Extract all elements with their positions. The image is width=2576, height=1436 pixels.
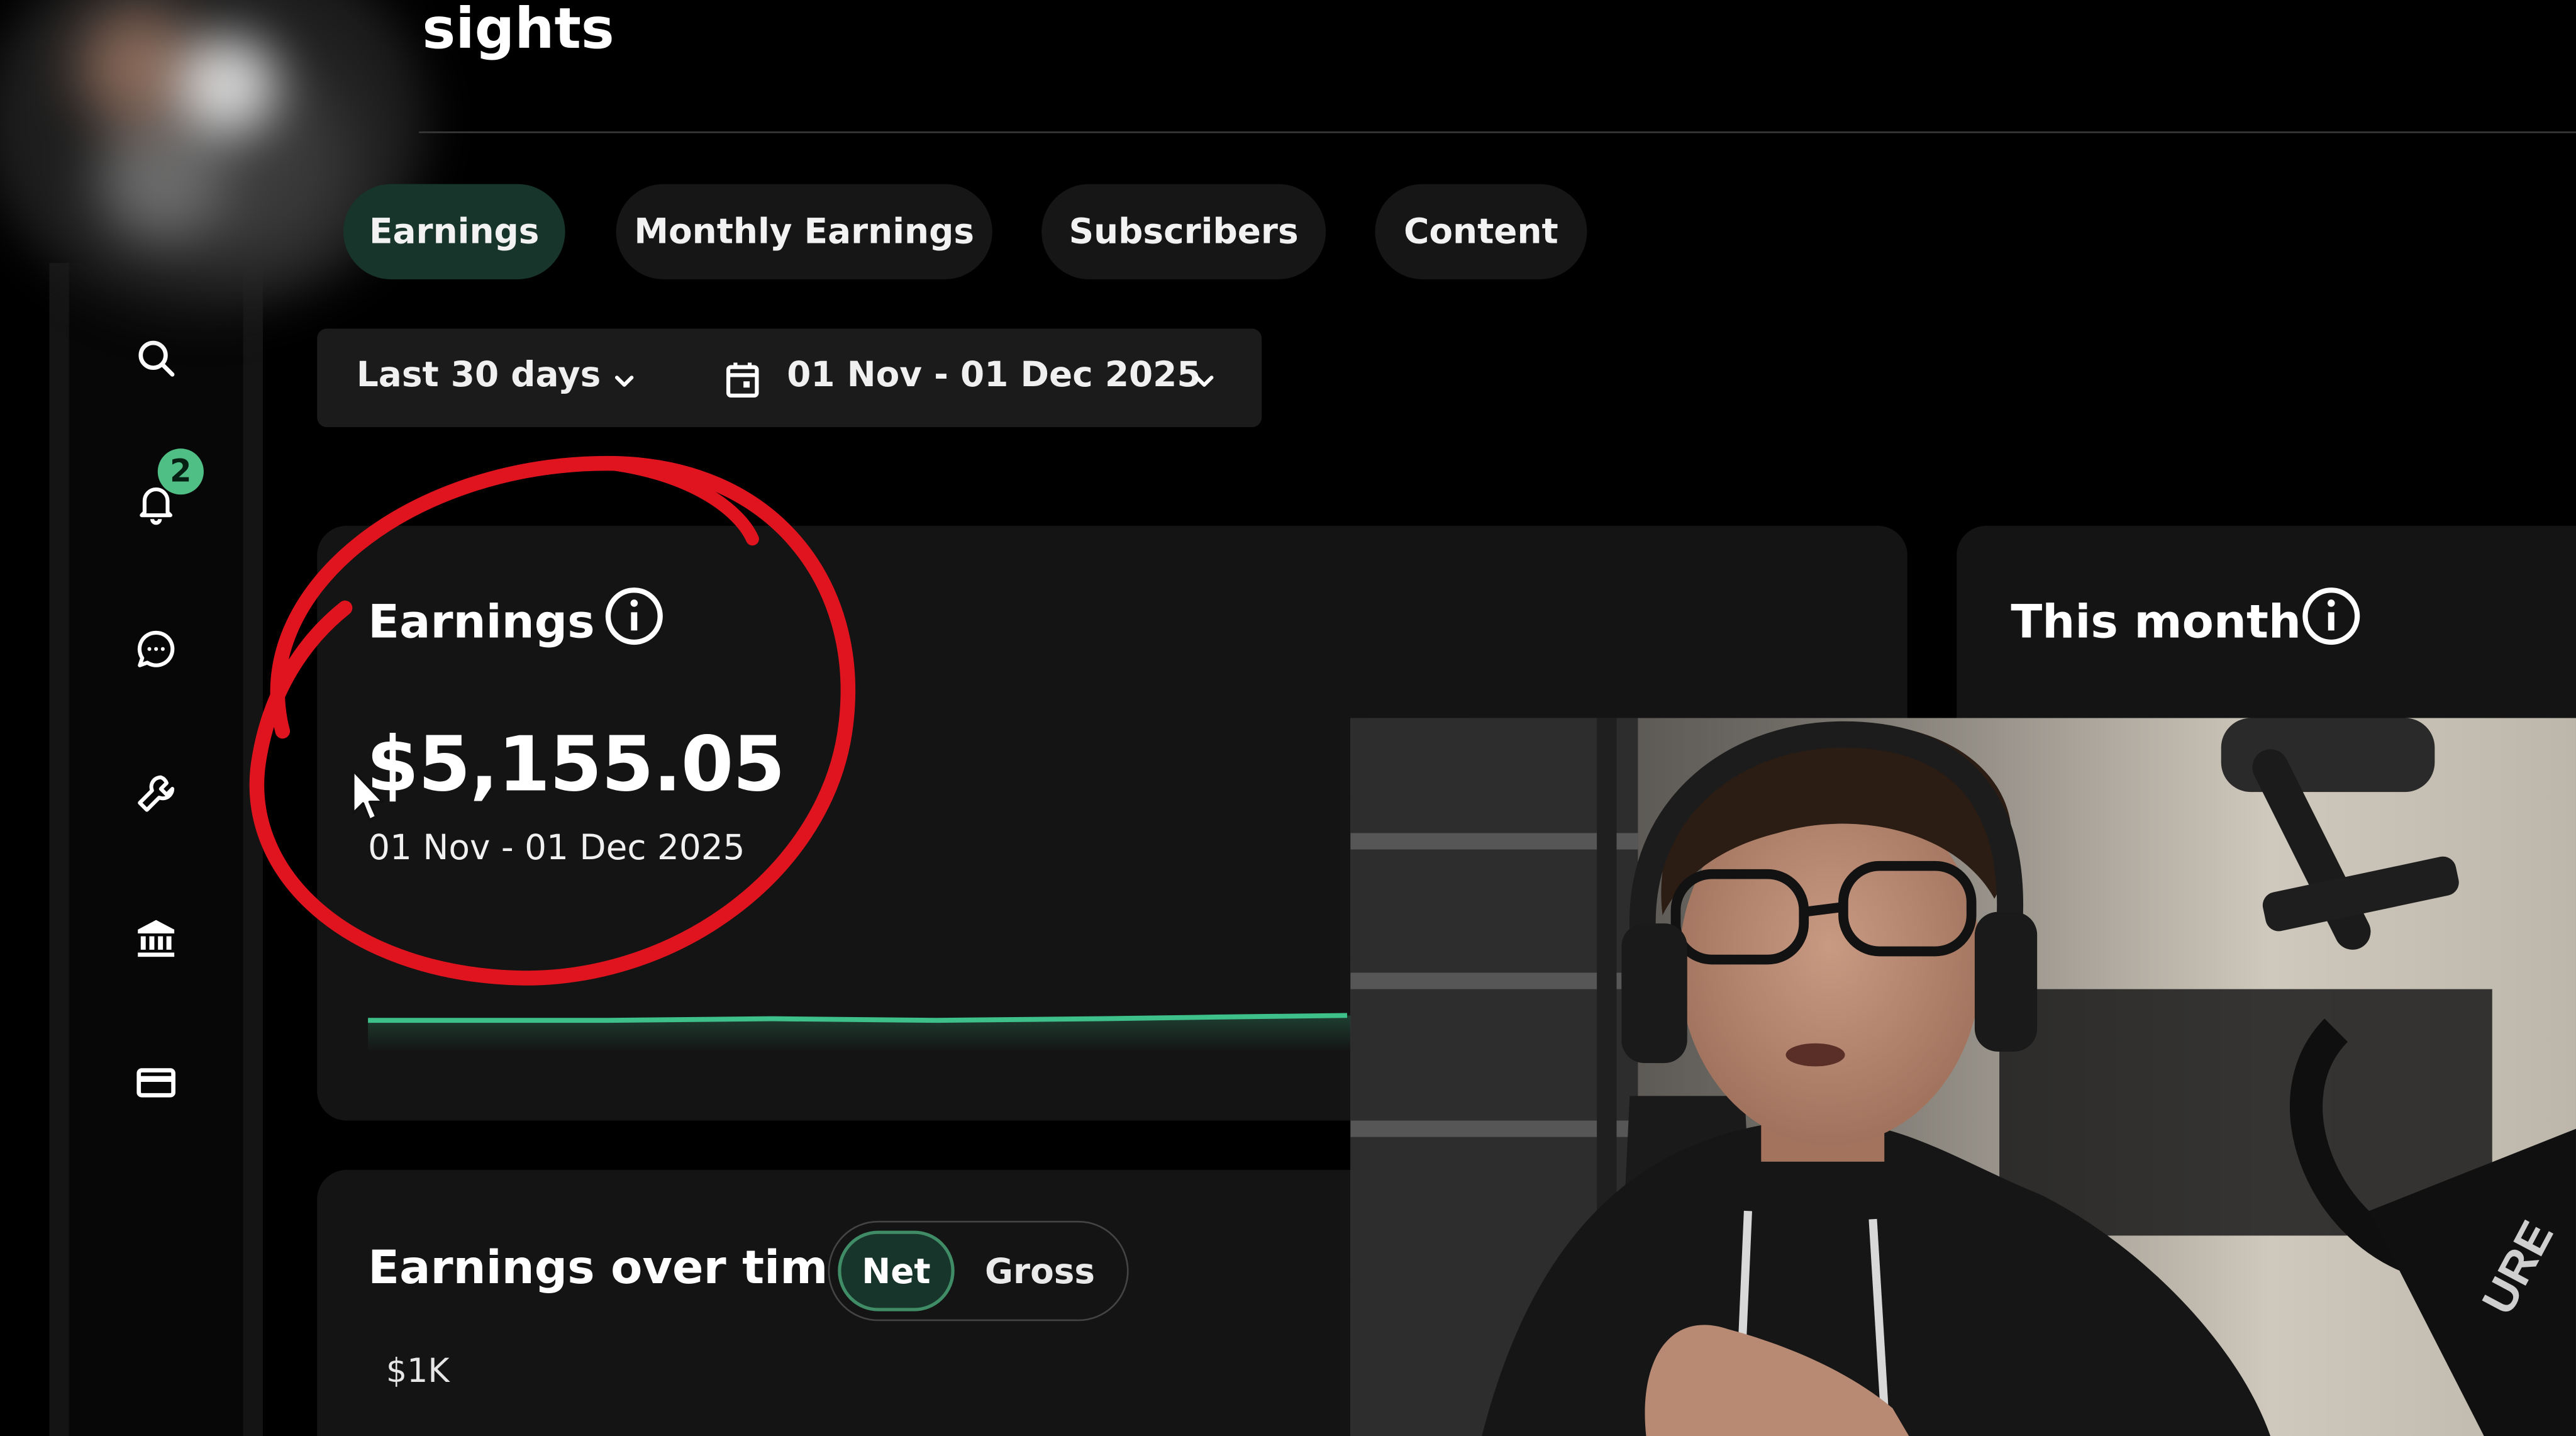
chat-icon: [137, 630, 175, 667]
tab-subscribers[interactable]: Subscribers: [1041, 184, 1326, 280]
tab-earnings[interactable]: Earnings: [343, 184, 565, 280]
messages-button[interactable]: [125, 618, 187, 680]
tab-label: Subscribers: [1069, 211, 1299, 252]
banking-button[interactable]: [125, 907, 187, 969]
chevron-down-icon: [1195, 376, 1214, 387]
gross-toggle-button[interactable]: Gross: [969, 1231, 1111, 1311]
info-icon[interactable]: [2300, 585, 2362, 647]
chevron-down-icon: [614, 376, 634, 387]
earnings-over-time-title: Earnings over time: [368, 1240, 860, 1295]
webcam-overlay: URE: [1350, 718, 2576, 1436]
app-window: 2 sights Earnings Monthly Earnings Subsc…: [0, 0, 2576, 1436]
header-divider: [419, 131, 2576, 133]
tab-content[interactable]: Content: [1375, 184, 1587, 280]
mouse-cursor-icon: [352, 769, 384, 821]
bank-icon: [138, 920, 175, 957]
wrench-icon: [138, 775, 175, 812]
card-icon: [136, 1068, 175, 1098]
tab-label: Content: [1404, 211, 1558, 252]
calendar-icon: [726, 362, 759, 398]
net-toggle-button[interactable]: Net: [838, 1230, 955, 1311]
presenter-video-image: URE: [1350, 718, 2576, 1436]
y-axis-tick: $1K: [386, 1350, 450, 1390]
red-circle-annotation: [249, 455, 856, 986]
this-month-title: This month: [2011, 594, 2302, 649]
tools-button[interactable]: [125, 762, 187, 825]
page-title: sights: [422, 0, 614, 63]
payments-button[interactable]: [125, 1052, 187, 1114]
tab-label: Earnings: [369, 211, 540, 252]
range-dropdown-label: Last 30 days: [356, 355, 601, 394]
tab-monthly-earnings[interactable]: Monthly Earnings: [616, 184, 992, 280]
date-range-label: 01 Nov - 01 Dec 2025: [787, 355, 1201, 394]
tab-label: Monthly Earnings: [634, 211, 975, 252]
search-icon: [138, 340, 175, 377]
search-button[interactable]: [125, 327, 187, 389]
notification-badge: 2: [157, 448, 204, 495]
